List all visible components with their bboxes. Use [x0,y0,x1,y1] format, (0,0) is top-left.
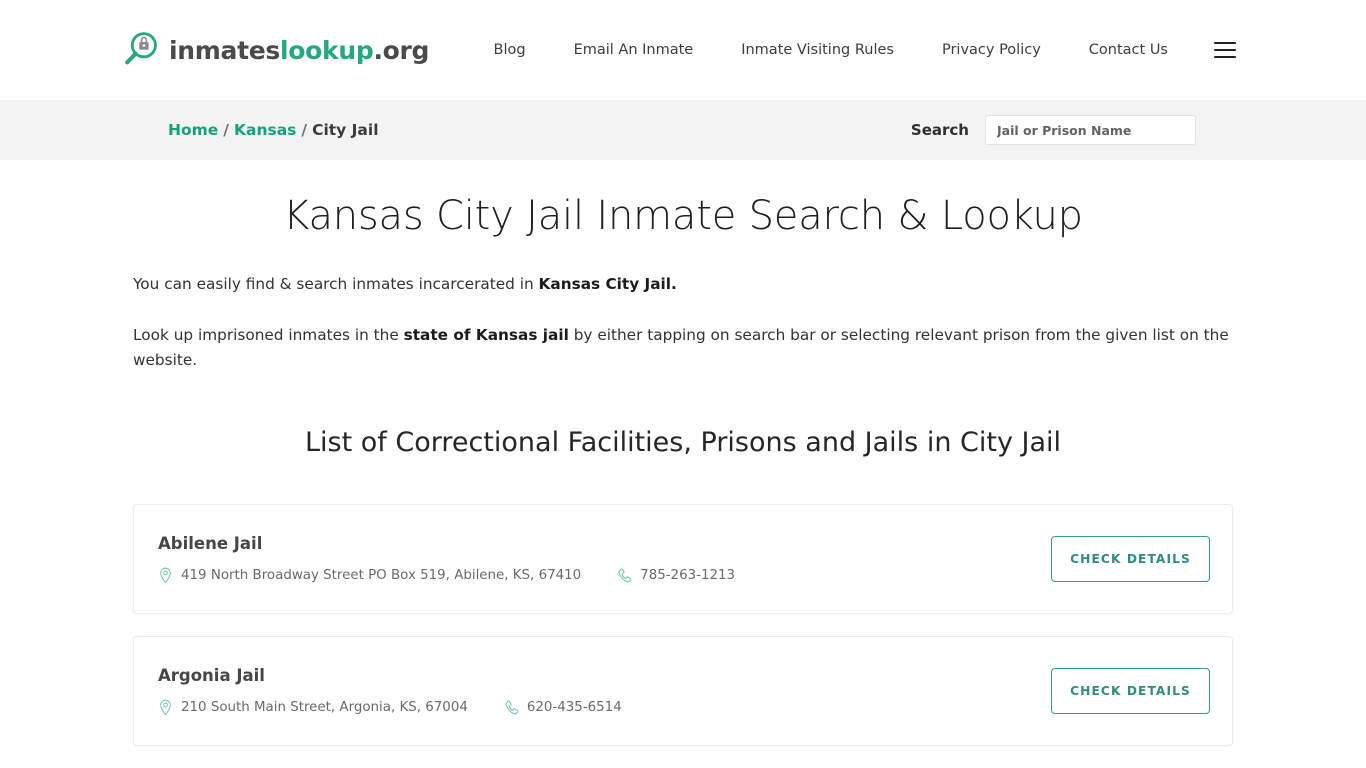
check-details-button[interactable]: CHECK DETAILS [1051,536,1210,583]
location-pin-icon [158,699,173,716]
nav-item-inmate-visiting-rules[interactable]: Inmate Visiting Rules [717,42,918,58]
facility-name: Argonia Jail [158,666,265,686]
main-content: Kansas City Jail Inmate Search & Lookup … [0,193,1366,768]
search-area: Search [911,115,1196,145]
phone-icon [617,567,632,584]
breadcrumb-item-home[interactable]: Home [168,121,218,139]
section-title: List of Correctional Facilities, Prisons… [304,427,1062,459]
logo-text-org: .org [373,35,430,65]
facility-card-body: Abilene Jail 419 North Broadway Street P… [158,534,1051,584]
magnifier-lock-icon [122,31,160,69]
facility-phone-text: 620-435-6514 [526,700,622,716]
intro-1-bold: Kansas City Jail. [538,275,677,293]
nav-item-contact-us[interactable]: Contact Us [1065,42,1192,58]
facility-card[interactable]: Abilene Jail 419 North Broadway Street P… [133,504,1233,615]
site-logo[interactable]: inmateslookup.org [122,31,429,69]
logo-wordmark: inmateslookup.org [169,36,429,65]
breadcrumb-item-city-jail: City Jail [312,121,379,139]
facility-phone: 620-435-6514 [504,699,622,716]
facility-list: Abilene Jail 419 North Broadway Street P… [133,504,1233,768]
hamburger-bar [1214,56,1236,58]
facility-phone-text: 785-263-1213 [640,568,736,584]
intro-2-bold: state of Kansas jail [403,325,569,344]
logo-text-lookup: lookup [279,35,374,65]
facility-phone: 785-263-1213 [617,567,735,584]
nav-item-privacy-policy[interactable]: Privacy Policy [918,42,1065,58]
page-title: Kansas City Jail Inmate Search & Lookup [283,193,1083,239]
facility-address: 419 North Broadway Street PO Box 519, Ab… [158,567,581,584]
facility-address-text: 210 South Main Street, Argonia, KS, 6700… [181,700,468,716]
breadcrumb-bar: Home / Kansas / City Jail Search [0,100,1366,160]
logo-text-inmates: inmates [169,35,280,65]
breadcrumb: Home / Kansas / City Jail [168,121,379,139]
facility-address-text: 419 North Broadway Street PO Box 519, Ab… [181,568,582,584]
location-pin-icon [158,567,173,584]
phone-icon [504,699,519,716]
main-navigation: Blog Email An Inmate Inmate Visiting Rul… [470,42,1236,58]
facility-card-body: Argonia Jail 210 South Main Street, Argo… [158,666,1051,716]
hamburger-bar [1214,42,1236,44]
breadcrumb-item-kansas[interactable]: Kansas [234,121,296,139]
hamburger-bar [1214,49,1236,51]
site-header: inmateslookup.org Blog Email An Inmate I… [0,0,1366,100]
hamburger-menu-icon[interactable] [1214,42,1236,58]
nav-item-email-an-inmate[interactable]: Email An Inmate [550,42,718,58]
intro-1-text: You can easily find & search inmates inc… [133,275,539,293]
facility-card[interactable]: Argonia Jail 210 South Main Street, Argo… [133,636,1233,747]
facility-address: 210 South Main Street, Argonia, KS, 6700… [158,699,468,716]
search-input[interactable] [985,115,1196,145]
intro-paragraph-2: Look up imprisoned inmates in the state … [133,323,1233,373]
facility-meta-row: 419 North Broadway Street PO Box 519, Ab… [158,567,1051,584]
intro-2-text-before: Look up imprisoned inmates in the [133,325,404,344]
search-label: Search [910,121,969,139]
nav-item-blog[interactable]: Blog [470,42,550,58]
facility-name: Abilene Jail [158,534,263,554]
intro-paragraph-1: You can easily find & search inmates inc… [133,272,1233,297]
facility-meta-row: 210 South Main Street, Argonia, KS, 6700… [158,699,1051,716]
breadcrumb-separator: / [223,121,229,139]
check-details-button[interactable]: CHECK DETAILS [1051,668,1210,715]
breadcrumb-separator: / [301,121,308,139]
